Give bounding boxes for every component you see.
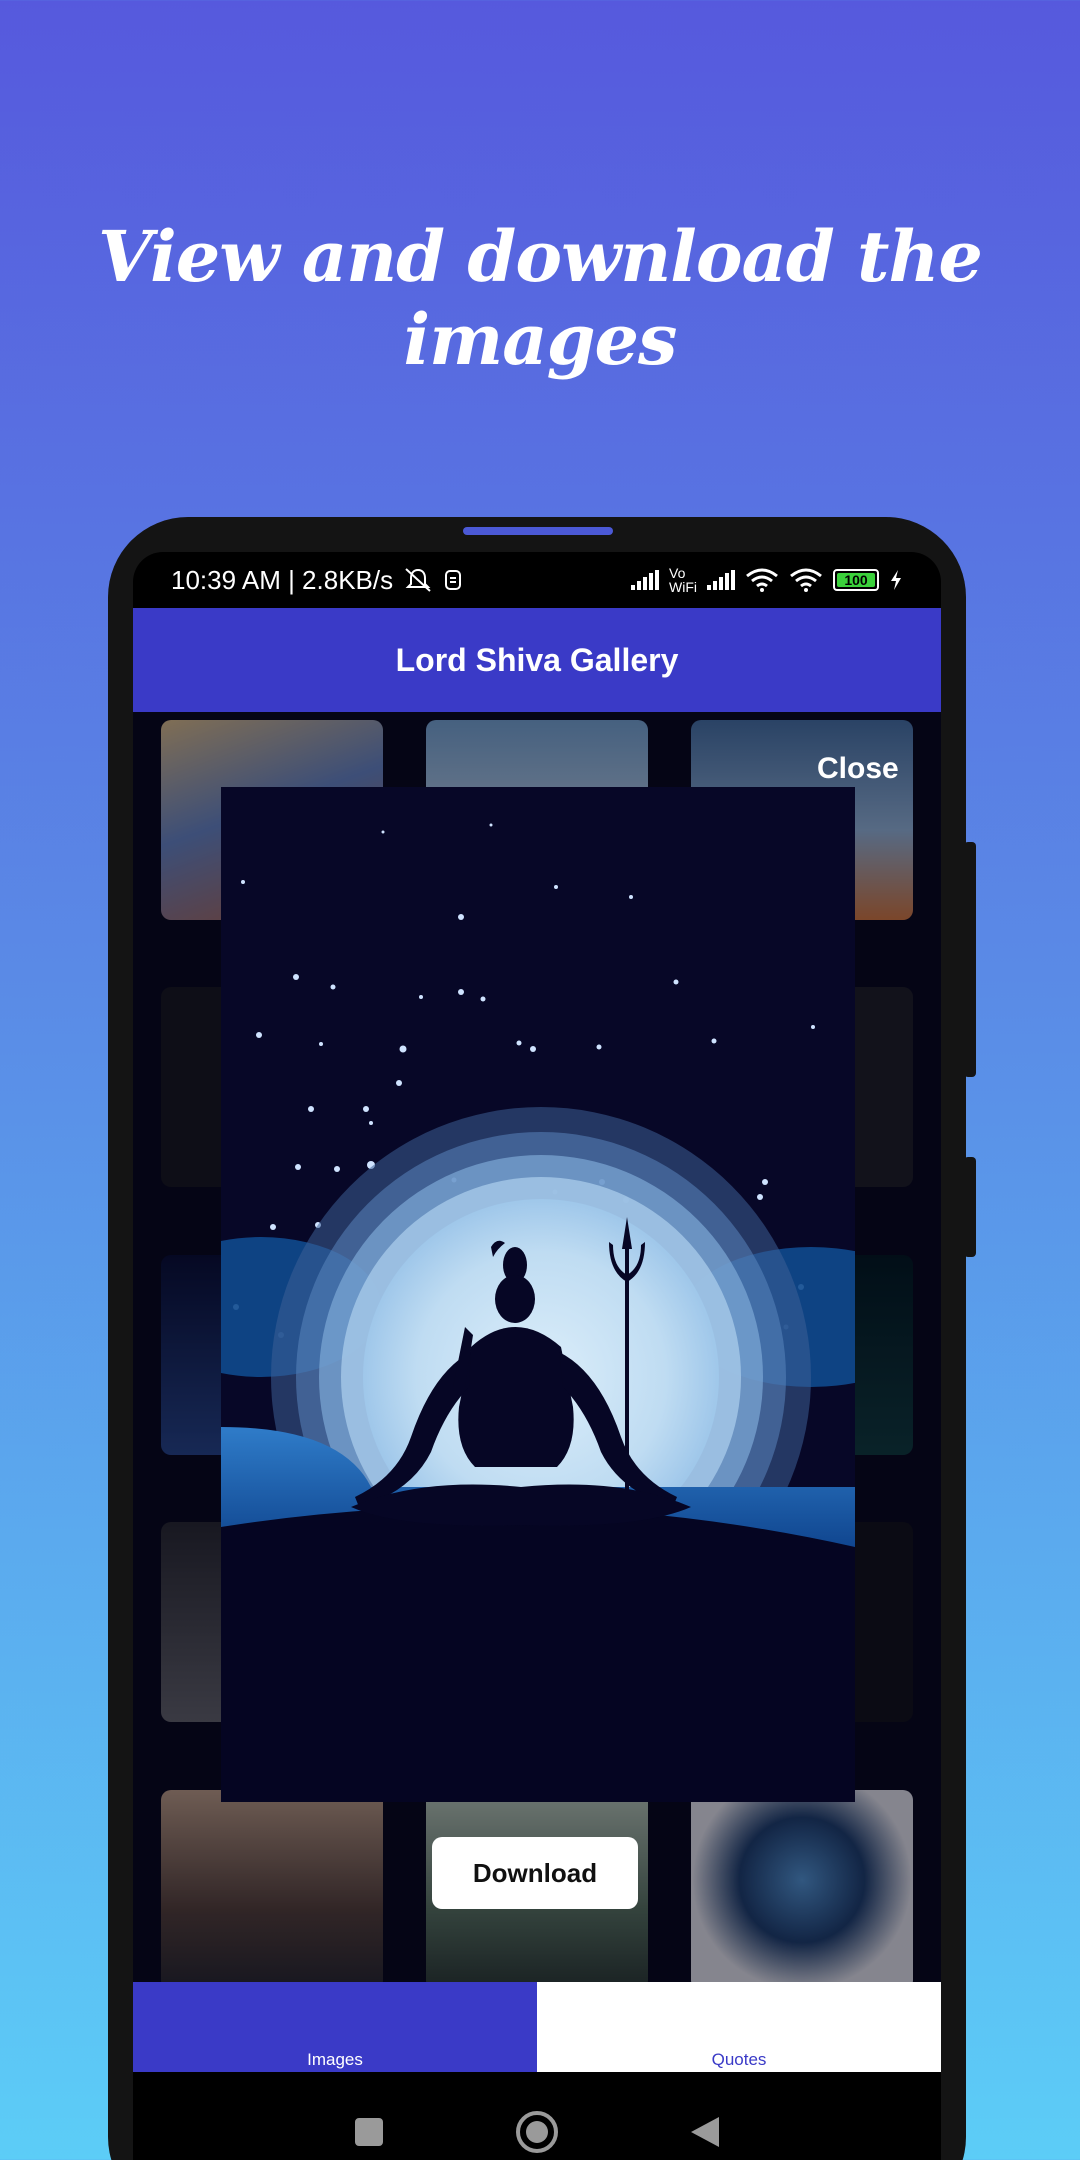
volume-button [964, 842, 976, 1077]
signal-icon-secondary [707, 570, 735, 590]
status-time-speed: 10:39 AM | 2.8KB/s [171, 564, 394, 595]
app-bar: Lord Shiva Gallery [133, 608, 941, 712]
recents-square-icon[interactable] [353, 2116, 385, 2148]
vowifi-indicator: Vo WiFi [669, 566, 697, 594]
battery-level: 100 [844, 572, 868, 588]
vowifi-bottom: WiFi [669, 579, 697, 595]
bottom-tab-bar: Images Quotes [133, 1982, 941, 2072]
device-screen: 10:39 AM | 2.8KB/s Vo WiFi 100 Lord Shiv… [133, 552, 941, 2160]
preview-image [221, 787, 855, 1802]
battery-icon: 100 [833, 569, 879, 591]
wifi-icon-secondary [790, 568, 822, 592]
wifi-icon [746, 568, 778, 592]
close-button[interactable]: Close [817, 752, 899, 786]
tab-images-label: Images [307, 2050, 363, 2069]
phone-speaker [463, 527, 613, 535]
tab-quotes[interactable]: Quotes [537, 1982, 941, 2072]
back-triangle-icon[interactable] [689, 2115, 721, 2149]
vowifi-top: Vo [669, 565, 686, 581]
shiva-meditation-illustration [221, 787, 855, 1802]
mute-icon [405, 568, 431, 592]
status-bar: 10:39 AM | 2.8KB/s Vo WiFi 100 [133, 552, 941, 608]
power-button [964, 1157, 976, 1257]
download-button[interactable]: Download [432, 1837, 638, 1909]
home-circle-icon[interactable] [515, 2110, 559, 2154]
charging-icon [891, 570, 901, 590]
tab-quotes-label: Quotes [711, 2050, 767, 2069]
signal-icon [631, 570, 659, 590]
tab-images[interactable]: Images [133, 1982, 537, 2072]
promo-headline: View and download the images [98, 215, 983, 381]
system-navigation-bar [133, 2072, 941, 2160]
app-title: Lord Shiva Gallery [395, 641, 679, 678]
phone-frame: 10:39 AM | 2.8KB/s Vo WiFi 100 Lord Shiv… [108, 517, 976, 2160]
app-notification-icon [445, 570, 462, 590]
